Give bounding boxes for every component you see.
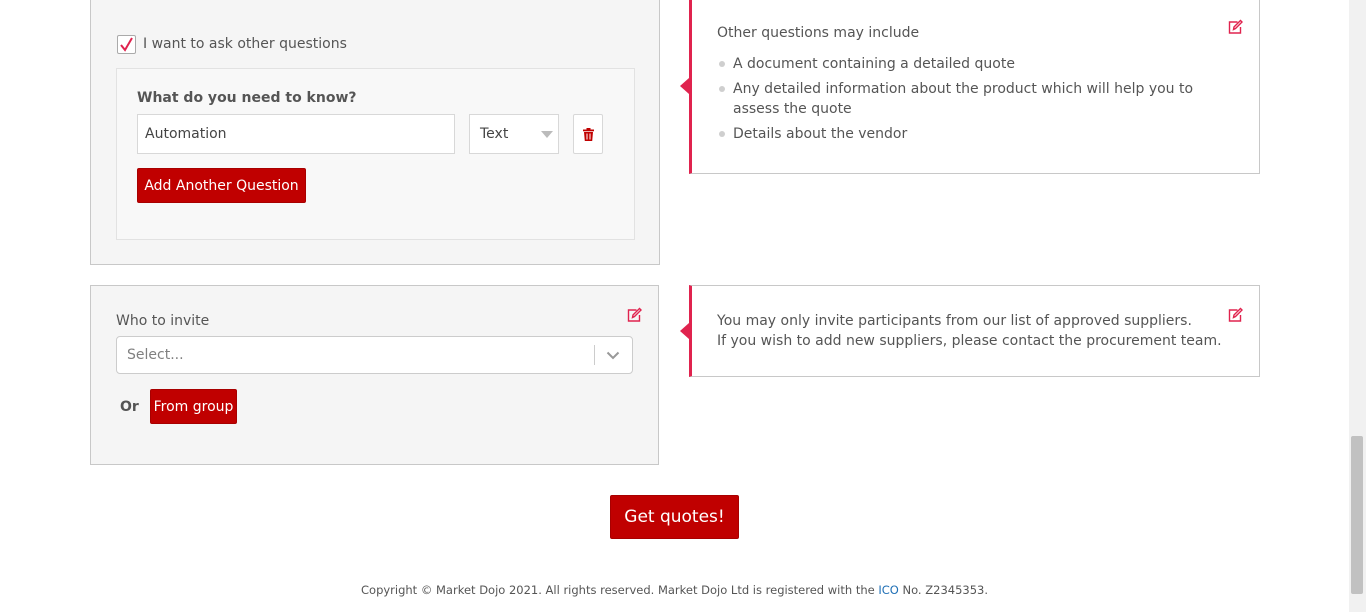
hint-pointer-arrow [680,323,689,339]
get-quotes-button[interactable]: Get quotes! [610,495,739,539]
invite-panel: Who to invite Select... Or From group [90,285,659,465]
question-heading: What do you need to know? [137,90,357,106]
invite-hint-line-1: You may only invite participants from ou… [717,313,1192,329]
edit-icon[interactable] [1227,307,1243,323]
questions-hint-title: Other questions may include [717,25,920,41]
list-item: Details about the vendor [718,124,1238,144]
ico-link[interactable]: ICO [878,583,898,597]
dropdown-caret-icon [541,131,553,138]
question-type-value: Text [480,126,509,142]
invite-label: Who to invite [116,313,210,329]
page-scrollbar[interactable] [1349,0,1366,612]
edit-icon[interactable] [626,307,642,323]
chevron-down-icon [606,351,620,360]
add-question-button[interactable]: Add Another Question [137,168,306,203]
footer-registration: No. Z2345353. [902,583,989,597]
scrollbar-thumb[interactable] [1351,436,1363,594]
questions-panel: I want to ask other questions What do yo… [90,0,660,265]
questions-hint-box: Other questions may include A document c… [680,0,1260,174]
invite-select[interactable]: Select... [116,336,633,374]
footer: Copyright © Market Dojo 2021. All rights… [0,583,1349,597]
delete-question-button[interactable] [573,114,603,154]
question-type-select[interactable]: Text [469,114,559,154]
trash-icon [582,127,594,141]
footer-copyright: Copyright © Market Dojo 2021. All rights… [361,583,875,597]
ask-questions-checkbox[interactable] [117,35,136,54]
question-text-input[interactable] [137,114,455,154]
from-group-button[interactable]: From group [150,389,237,424]
hint-pointer-arrow [680,78,689,94]
list-item: A document containing a detailed quote [718,54,1238,74]
invite-hint-box: You may only invite participants from ou… [680,285,1260,377]
checkmark-icon [120,37,133,52]
or-text: Or [120,399,139,415]
invite-hint-line-2: If you wish to add new suppliers, please… [717,333,1222,349]
edit-icon[interactable] [1227,19,1243,35]
questions-hint-list: A document containing a detailed quote A… [718,54,1238,149]
question-box: What do you need to know? Text Add Anoth… [116,68,635,240]
invite-select-placeholder: Select... [127,347,184,363]
list-item: Any detailed information about the produ… [718,79,1238,119]
ask-questions-label: I want to ask other questions [143,36,347,52]
select-separator [594,345,595,365]
